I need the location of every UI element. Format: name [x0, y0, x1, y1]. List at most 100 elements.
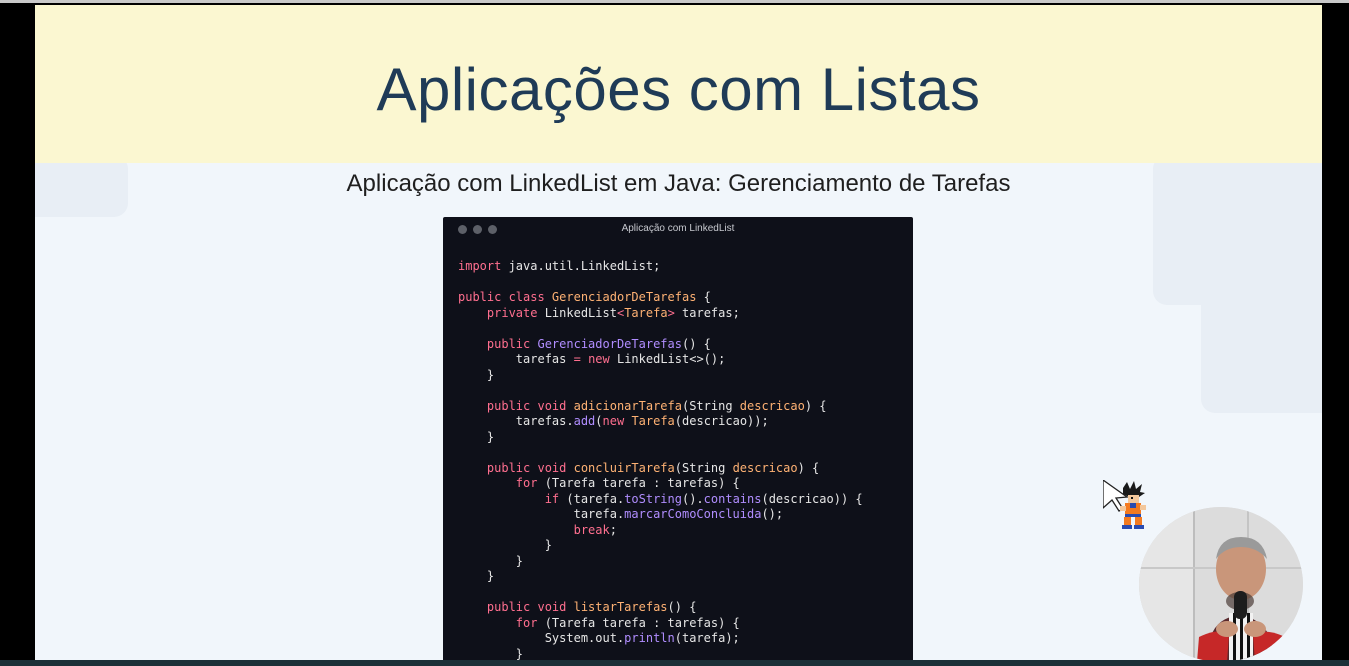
code-line: }: [458, 430, 863, 446]
code-token: toString: [624, 491, 682, 506]
goku-sprite-icon: [1103, 480, 1146, 529]
code-line: public class GerenciadorDeTarefas {: [458, 290, 863, 306]
code-window: Aplicação com LinkedList import java.uti…: [443, 217, 913, 660]
code-token: ) {: [804, 398, 827, 413]
top-border: [0, 0, 1349, 3]
code-line: }: [458, 554, 863, 570]
code-token: }: [458, 367, 495, 382]
code-token: concluirTarefa: [573, 460, 675, 475]
code-line: }: [458, 569, 863, 585]
code-token: (Tarefa tarefa : tarefas) {: [537, 476, 740, 490]
java-code-block: import java.util.LinkedList; public clas…: [458, 259, 863, 660]
code-token: contains: [703, 491, 762, 506]
code-token: ();: [761, 507, 784, 521]
code-token: tarefas.: [458, 414, 574, 428]
video-bottom-bar: [0, 660, 1349, 666]
code-token: break: [573, 522, 610, 537]
code-token: Tarefa: [631, 414, 675, 428]
background-decoration: [1201, 247, 1322, 413]
code-token: (tarefa);: [674, 631, 740, 645]
code-token: ;: [609, 522, 617, 537]
code-token: tarefa.: [458, 507, 625, 521]
code-line: tarefa.marcarComoConcluida();: [458, 507, 863, 523]
code-window-titlebar: Aplicação com LinkedList: [443, 217, 913, 243]
code-line: }: [458, 538, 863, 554]
title-band: Aplicações com Listas: [35, 5, 1322, 163]
code-line: if (tarefa.toString().contains(descricao…: [458, 492, 863, 508]
code-token: private: [486, 305, 538, 320]
code-token: }: [458, 429, 495, 444]
code-line: public void listarTarefas() {: [458, 600, 863, 616]
code-token: }: [458, 646, 524, 661]
code-token: GerenciadorDeTarefas: [537, 336, 682, 351]
code-token: public: [486, 336, 538, 351]
code-token: if: [544, 491, 560, 506]
code-token: tarefas;: [674, 305, 740, 320]
code-line: break;: [458, 523, 863, 539]
code-token: (Tarefa tarefa : tarefas) {: [537, 615, 740, 630]
code-token: java.util.LinkedList;: [501, 259, 661, 273]
code-token: LinkedList<>();: [609, 352, 726, 366]
code-token: () {: [667, 600, 697, 614]
code-line: tarefas.add(new Tarefa(descricao));: [458, 414, 863, 430]
code-token: add: [573, 414, 596, 428]
code-token: GerenciadorDeTarefas: [551, 290, 697, 304]
code-token: (descricao)) {: [761, 491, 863, 506]
code-token: () {: [681, 336, 711, 351]
code-token: {: [696, 290, 711, 304]
code-line: }: [458, 647, 863, 661]
code-token: for: [515, 476, 538, 490]
code-token: marcarComoConcluida: [624, 507, 762, 521]
code-token: LinkedList: [537, 305, 617, 320]
code-line: public void adicionarTarefa(String descr…: [458, 399, 863, 415]
code-line: public void concluirTarefa(String descri…: [458, 461, 863, 477]
code-token: listarTarefas: [573, 600, 668, 614]
code-window-title: Aplicação com LinkedList: [621, 223, 735, 234]
code-token: (String: [681, 398, 740, 413]
code-token: for: [515, 615, 538, 630]
code-token: public class: [458, 290, 552, 304]
code-token: Tarefa: [624, 305, 668, 320]
code-token: public void: [486, 600, 574, 614]
code-token: >: [667, 305, 675, 320]
presenter-photo: [1139, 507, 1303, 662]
code-token: descricao: [732, 460, 798, 475]
code-line: System.out.println(tarefa);: [458, 631, 863, 647]
code-token: public void: [486, 460, 574, 475]
code-token: println: [624, 631, 675, 645]
code-token: adicionarTarefa: [573, 398, 682, 413]
code-token: tarefas: [458, 352, 574, 366]
code-token: System.out.: [458, 631, 625, 645]
code-token: new: [602, 414, 625, 428]
code-token: import: [458, 259, 502, 273]
slide-subtitle: Aplicação com LinkedList em Java: Gerenc…: [346, 170, 1011, 197]
code-token: (: [595, 414, 603, 428]
presentation-slide: Aplicações com Listas Aplicação com Link…: [35, 5, 1322, 660]
code-token: ) {: [797, 460, 820, 475]
code-token: (tarefa.: [559, 491, 625, 506]
code-line: tarefas = new LinkedList<>();: [458, 352, 863, 368]
slide-title: Aplicações com Listas: [376, 56, 981, 123]
code-line: }: [458, 368, 863, 384]
code-line: for (Tarefa tarefa : tarefas) {: [458, 616, 863, 632]
code-token: }: [458, 538, 552, 552]
code-token: }: [458, 553, 524, 568]
code-token: public void: [486, 398, 574, 413]
code-token: (String: [674, 460, 733, 475]
video-frame: Aplicações com Listas Aplicação com Link…: [0, 0, 1349, 666]
code-line: import java.util.LinkedList;: [458, 259, 863, 275]
code-line: private LinkedList<Tarefa> tarefas;: [458, 306, 863, 322]
